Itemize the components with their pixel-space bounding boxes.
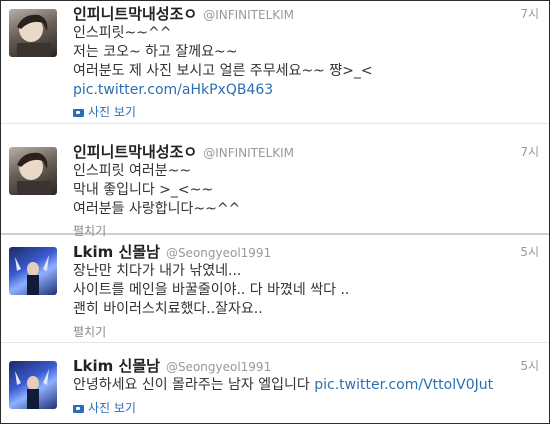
timestamp[interactable]: 5시 [520,357,539,374]
display-name[interactable]: Lkim 신몰남 @Seongyeol1991 [73,355,271,376]
tweet-text: 안녕하세요 신이 몰라주는 남자 엘입니다 pic.twitter.com/Vt… [73,377,494,393]
avatar[interactable] [9,361,57,409]
photo-icon [73,405,84,413]
user-handle[interactable]: @Seongyeol1991 [166,360,271,374]
avatar[interactable] [9,247,57,295]
user-handle[interactable]: @INFINITELKIM [203,8,294,22]
tweet[interactable]: Lkim 신몰남 @Seongyeol1991 5시 장난만 치다가 내가 낚였네… [1,239,549,343]
tweet-text: 인스피릿 여러분~~ 막내 좋입니다 >_<~~ 여러분들 사랑합니다~~^^ [73,163,241,217]
display-name[interactable]: 인피니트막내성조ㅇ @INFINITELKIM [73,141,294,162]
tweet-text: 장난만 치다가 내가 낚였네... 사이트를 메인을 바꿀줄이야.. 다 바꼈네… [73,263,350,317]
view-photo-link[interactable]: 사진 보기 [73,399,136,416]
view-photo-link[interactable]: 사진 보기 [73,103,136,120]
tweet-text: 인스피릿~~^^ 저는 코오~ 하고 잘께요~~ 여러분도 제 사진 보시고 얼… [73,24,529,100]
display-name[interactable]: Lkim 신몰남 @Seongyeol1991 [73,241,271,262]
tweet[interactable]: 인피니트막내성조ㅇ @INFINITELKIM 7시 인스피릿 여러분~~ 막내 … [1,139,549,238]
timestamp[interactable]: 7시 [520,143,539,160]
photo-icon [73,109,84,117]
expand-link[interactable]: 펼치기 [73,222,106,239]
user-handle[interactable]: @INFINITELKIM [203,146,294,160]
photo-link[interactable]: pic.twitter.com/VttolV0Jut [314,377,493,393]
tweet[interactable]: Lkim 신몰남 @Seongyeol1991 5시 안녕하세요 신이 몰라주는 … [1,353,549,423]
timestamp[interactable]: 7시 [520,5,539,22]
timestamp[interactable]: 5시 [520,243,539,260]
photo-link[interactable]: pic.twitter.com/aHkPxQB463 [73,81,529,100]
avatar[interactable] [9,147,57,195]
avatar[interactable] [9,9,57,57]
timeline: 인피니트막내성조ㅇ @INFINITELKIM 7시 인스피릿~~^^ 저는 코오… [0,0,550,424]
display-name[interactable]: 인피니트막내성조ㅇ @INFINITELKIM [73,3,294,24]
tweet[interactable]: 인피니트막내성조ㅇ @INFINITELKIM 7시 인스피릿~~^^ 저는 코오… [1,1,549,124]
expand-link[interactable]: 펼치기 [73,323,106,340]
user-handle[interactable]: @Seongyeol1991 [166,246,271,260]
